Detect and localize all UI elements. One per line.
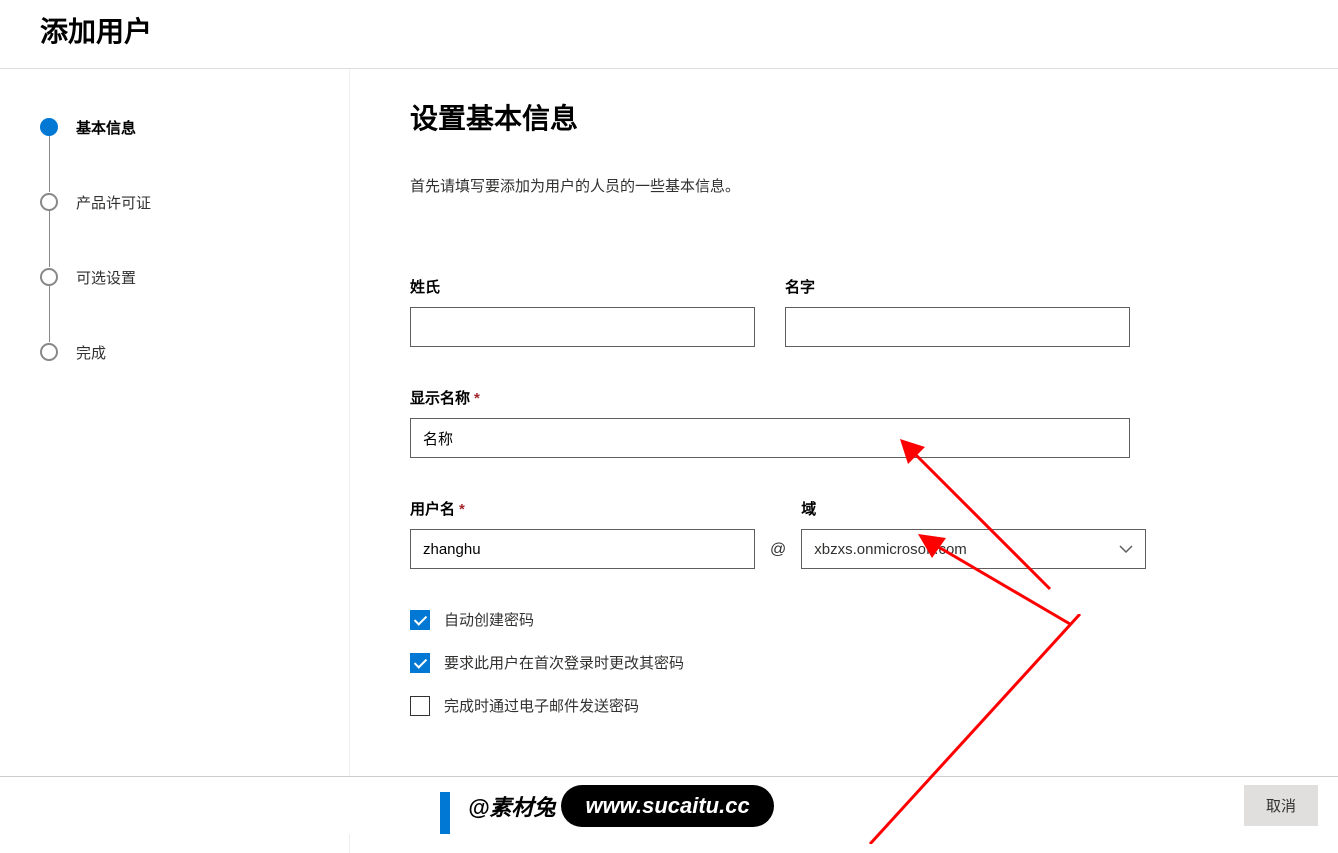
- username-group: 用户名*: [410, 498, 755, 569]
- change-password-checkbox[interactable]: [410, 653, 430, 673]
- displayname-row: 显示名称*: [410, 387, 1338, 458]
- step-basic-info[interactable]: 基本信息: [40, 117, 349, 137]
- displayname-input[interactable]: [410, 418, 1130, 458]
- username-row: 用户名* @ 域 xbzxs.onmicrosoft.com: [410, 498, 1338, 569]
- auto-password-row: 自动创建密码: [410, 609, 1338, 630]
- lastname-group: 姓氏: [410, 276, 755, 347]
- change-password-label: 要求此用户在首次登录时更改其密码: [444, 652, 684, 673]
- chevron-down-icon: [1119, 542, 1133, 556]
- at-symbol: @: [770, 541, 786, 569]
- domain-value: xbzxs.onmicrosoft.com: [814, 541, 967, 558]
- email-password-label: 完成时通过电子邮件发送密码: [444, 695, 639, 716]
- step-connector: [49, 135, 51, 192]
- domain-group: 域 xbzxs.onmicrosoft.com: [801, 498, 1146, 569]
- page-title: 添加用户: [40, 10, 1338, 50]
- email-password-row: 完成时通过电子邮件发送密码: [410, 695, 1338, 716]
- step-connector: [49, 210, 51, 267]
- step-connector: [49, 285, 51, 342]
- step-label: 基本信息: [76, 117, 136, 138]
- step-bullet-icon: [40, 118, 58, 136]
- required-asterisk: *: [459, 501, 465, 518]
- domain-label: 域: [801, 498, 1146, 519]
- cancel-button[interactable]: 取消: [1244, 785, 1318, 826]
- firstname-label: 名字: [785, 276, 1130, 297]
- wizard-sidebar: 基本信息 产品许可证 可选设置 完成: [0, 69, 350, 853]
- section-subtitle: 首先请填写要添加为用户的人员的一些基本信息。: [410, 175, 1338, 196]
- username-input[interactable]: [410, 529, 755, 569]
- step-list: 基本信息 产品许可证 可选设置 完成: [40, 117, 349, 362]
- section-heading: 设置基本信息: [410, 97, 1338, 137]
- firstname-input[interactable]: [785, 307, 1130, 347]
- step-label: 可选设置: [76, 267, 136, 288]
- lastname-label: 姓氏: [410, 276, 755, 297]
- displayname-label: 显示名称*: [410, 387, 1130, 408]
- step-finish[interactable]: 完成: [40, 342, 349, 362]
- firstname-group: 名字: [785, 276, 1130, 347]
- watermark: @素材兔 www.sucaitu.cc: [450, 784, 774, 828]
- label-text: 显示名称: [410, 390, 470, 407]
- step-bullet-icon: [40, 343, 58, 361]
- domain-select[interactable]: xbzxs.onmicrosoft.com: [801, 529, 1146, 569]
- auto-password-checkbox[interactable]: [410, 610, 430, 630]
- page-header: 添加用户: [0, 0, 1338, 68]
- password-options: 自动创建密码 要求此用户在首次登录时更改其密码 完成时通过电子邮件发送密码: [410, 609, 1338, 716]
- step-bullet-icon: [40, 193, 58, 211]
- required-asterisk: *: [474, 390, 480, 407]
- email-password-checkbox[interactable]: [410, 696, 430, 716]
- watermark-left: @素材兔: [450, 784, 569, 828]
- step-label: 完成: [76, 342, 106, 363]
- auto-password-label: 自动创建密码: [444, 609, 534, 630]
- step-bullet-icon: [40, 268, 58, 286]
- watermark-right: www.sucaitu.cc: [561, 785, 773, 827]
- change-password-row: 要求此用户在首次登录时更改其密码: [410, 652, 1338, 673]
- main-content: 设置基本信息 首先请填写要添加为用户的人员的一些基本信息。 姓氏 名字 显示名称…: [350, 69, 1338, 853]
- label-text: 用户名: [410, 501, 455, 518]
- step-licenses[interactable]: 产品许可证: [40, 192, 349, 212]
- step-optional[interactable]: 可选设置: [40, 267, 349, 287]
- displayname-group: 显示名称*: [410, 387, 1130, 458]
- main-container: 基本信息 产品许可证 可选设置 完成 设置基本信息 首先请填写要添加为用户的人员…: [0, 69, 1338, 853]
- name-row: 姓氏 名字: [410, 276, 1338, 347]
- next-button-partial[interactable]: [440, 792, 450, 834]
- lastname-input[interactable]: [410, 307, 755, 347]
- step-label: 产品许可证: [76, 192, 151, 213]
- username-label: 用户名*: [410, 498, 755, 519]
